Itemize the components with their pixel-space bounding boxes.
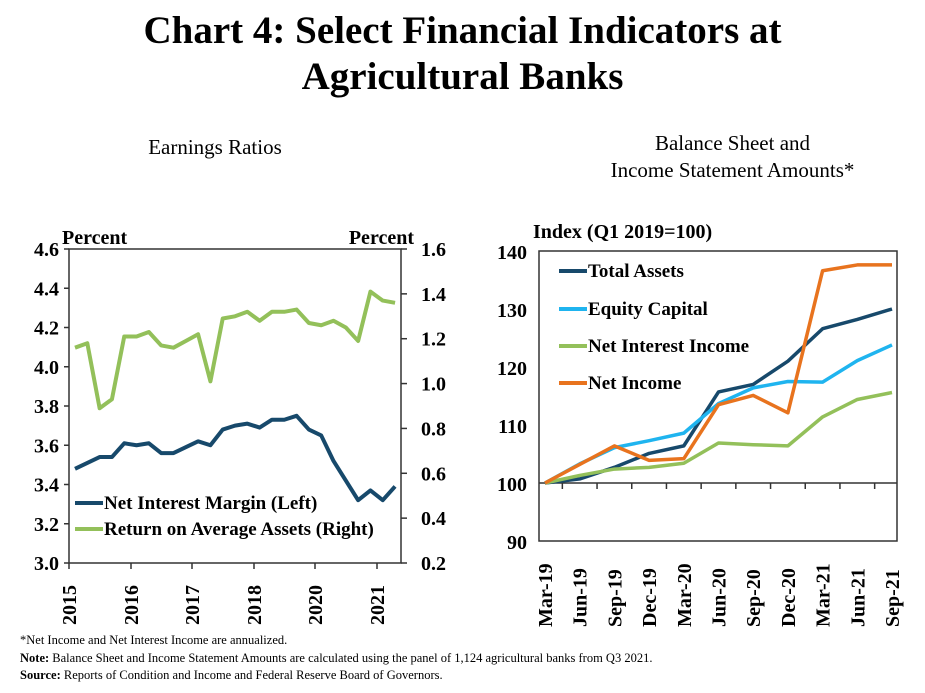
- right-chart-y-tick-label: 110: [498, 416, 527, 438]
- legend-label: Return on Average Assets (Right): [104, 519, 374, 540]
- left-y-tick-label: 3.6: [34, 435, 59, 457]
- left-x-tick-label: 2015: [59, 585, 81, 625]
- series-line-equity-capital: [544, 343, 893, 485]
- left-x-tick-label: 2016: [121, 585, 143, 625]
- left-y-tick-label: 4.0: [34, 357, 59, 379]
- left-y-tick-label: 3.0: [34, 553, 59, 575]
- right-x-tick-label: Sep-19: [604, 569, 626, 627]
- left-y-tick-label: 4.6: [34, 239, 59, 261]
- right-chart-y-tick-label: 90: [507, 532, 527, 554]
- left-plot-frame: [68, 248, 402, 564]
- left-x-tick-label: 2018: [244, 585, 266, 625]
- footnote-source: Source: Reports of Condition and Income …: [20, 667, 443, 683]
- right-x-tick-label: Jun-21: [847, 568, 869, 627]
- left-y-tick-label: 3.4: [34, 475, 59, 497]
- left-y-tick-label: 4.2: [34, 318, 59, 340]
- left-y-tick-label: 4.4: [34, 278, 59, 300]
- legend-label: Net Interest Margin (Left): [104, 493, 317, 514]
- charts-canvas: 3.0 3.2 3.4 3.6 3.8 4.0 4.2 4.4 4.6 0.2 0.4 0.6 0.8 1…: [34, 221, 904, 627]
- legend-label: Equity Capital: [588, 299, 708, 320]
- right-y-tick-label: 1.2: [421, 329, 446, 351]
- right-x-tick-label: Jun-20: [709, 568, 731, 627]
- right-plot-frame: [538, 250, 898, 542]
- left-x-tick-label: 2020: [305, 585, 327, 625]
- right-chart-y-tick-label: 120: [497, 358, 527, 380]
- right-chart-y-tick-label: 100: [497, 474, 527, 496]
- right-y-tick-label: 1.6: [421, 239, 446, 261]
- right-x-tick-label: Dec-20: [778, 568, 800, 627]
- right-y-tick-label: 0.6: [421, 463, 446, 485]
- right-y-tick-label: 0.4: [421, 508, 446, 530]
- series-line-return-on-average-assets: [74, 289, 396, 411]
- right-y-axis-label: Percent: [349, 227, 414, 249]
- right-x-tick-label: Dec-19: [639, 568, 661, 627]
- right-y-tick-label: 1.4: [421, 284, 446, 306]
- note-label: Note:: [20, 651, 50, 665]
- right-x-tick-label: Sep-21: [882, 569, 904, 627]
- footnote-annualized: *Net Income and Net Interest Income are …: [20, 633, 288, 647]
- right-y-tick-label: 0.8: [421, 418, 446, 440]
- source-label: Source:: [20, 668, 61, 682]
- legend-label: Total Assets: [588, 261, 684, 282]
- footnote-note: Note: Balance Sheet and Income Statement…: [20, 650, 652, 666]
- series-line-net-interest-margin: [74, 413, 397, 503]
- left-y-tick-label: 3.8: [34, 396, 59, 418]
- source-text: Reports of Condition and Income and Fede…: [60, 668, 443, 682]
- left-y-tick-label: 3.2: [34, 514, 59, 536]
- left-x-tick-label: 2021: [367, 585, 389, 625]
- left-x-tick-label: 2017: [182, 585, 204, 625]
- right-x-tick-label: Jun-19: [570, 568, 592, 627]
- note-text: Balance Sheet and Income Statement Amoun…: [49, 651, 653, 665]
- right-y-tick-label: 0.2: [421, 553, 446, 575]
- right-y-tick-label: 1.0: [421, 374, 446, 396]
- left-y-axis-label: Percent: [62, 227, 127, 249]
- right-x-tick-label: Sep-20: [743, 569, 765, 627]
- right-chart-y-tick-label: 130: [497, 300, 527, 322]
- legend-label: Net Interest Income: [588, 336, 749, 357]
- right-x-tick-label: Mar-19: [535, 563, 557, 627]
- right-x-tick-label: Mar-20: [674, 563, 696, 627]
- right-chart-y-tick-label: 140: [497, 242, 527, 264]
- legend-label: Net Income: [588, 373, 681, 394]
- right-x-tick-label: Mar-21: [813, 563, 835, 627]
- right-chart-y-axis-label: Index (Q1 2019=100): [533, 221, 712, 243]
